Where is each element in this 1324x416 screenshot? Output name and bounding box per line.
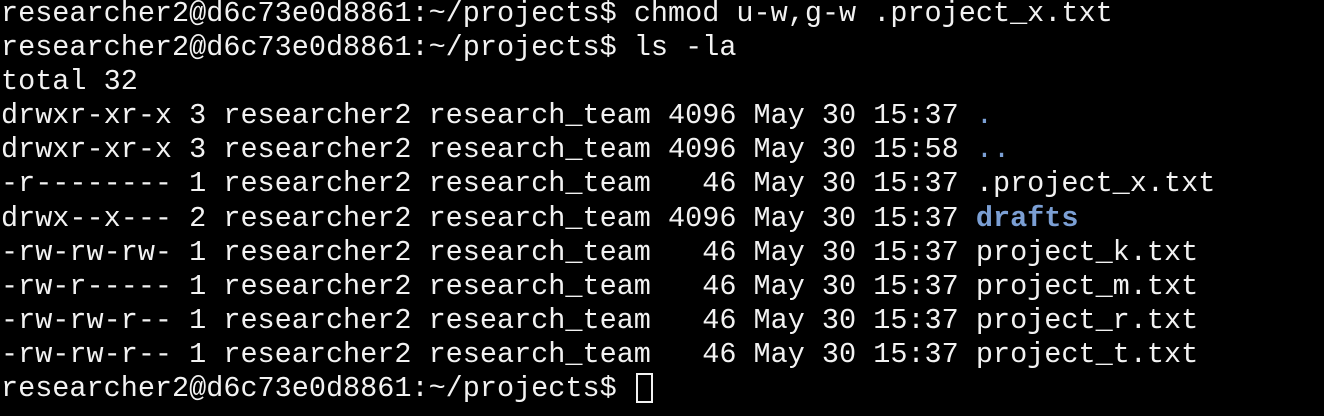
command-line: researcher2@d6c73e0d8861:~/projects$ chm… <box>1 0 1324 31</box>
shell-prompt: researcher2@d6c73e0d8861:~/projects$ <box>1 372 617 406</box>
listing-name: project_m.txt <box>975 269 1199 303</box>
listing-name: project_t.txt <box>975 337 1199 371</box>
listing-row: drwxr-xr-x 3 researcher2 research_team 4… <box>1 133 1324 167</box>
command-text: ls -la <box>633 31 737 65</box>
listing-row: -rw-rw-r-- 1 researcher2 research_team 4… <box>1 338 1324 372</box>
output-line-total: total 32 <box>1 65 138 99</box>
text-cursor[interactable] <box>635 373 653 404</box>
listing-name: project_r.txt <box>975 303 1199 337</box>
listing-meta: drwx--x--- 2 researcher2 research_team 4… <box>1 201 976 235</box>
listing-name: .project_x.txt <box>975 167 1216 201</box>
listing-meta: -rw-rw-rw- 1 researcher2 research_team 4… <box>1 235 976 269</box>
listing-row: drwx--x--- 2 researcher2 research_team 4… <box>1 202 1324 236</box>
command-line: researcher2@d6c73e0d8861:~/projects$ ls … <box>1 31 1324 65</box>
listing-meta: -rw-rw-r-- 1 researcher2 research_team 4… <box>1 337 976 371</box>
terminal-window[interactable]: researcher2@d6c73e0d8861:~/projects$ chm… <box>0 0 1324 413</box>
input-line[interactable]: researcher2@d6c73e0d8861:~/projects$ <box>1 372 1324 406</box>
listing-meta: drwxr-xr-x 3 researcher2 research_team 4… <box>1 99 976 133</box>
listing-meta: -rw-rw-r-- 1 researcher2 research_team 4… <box>1 303 976 337</box>
listing-row: -rw-r----- 1 researcher2 research_team 4… <box>1 270 1324 304</box>
listing-name: .. <box>975 133 1011 167</box>
listing-row: -r-------- 1 researcher2 research_team 4… <box>1 167 1324 201</box>
shell-prompt: researcher2@d6c73e0d8861:~/projects$ <box>1 31 617 65</box>
listing-meta: -rw-r----- 1 researcher2 research_team 4… <box>1 269 976 303</box>
listing-name: drafts <box>975 201 1079 235</box>
command-text: chmod u-w,g-w .project_x.txt <box>633 0 1113 30</box>
listing-row: -rw-rw-r-- 1 researcher2 research_team 4… <box>1 304 1324 338</box>
listing-row: -rw-rw-rw- 1 researcher2 research_team 4… <box>1 236 1324 270</box>
listing-name: . <box>975 99 993 133</box>
listing-name: project_k.txt <box>975 235 1199 269</box>
listing-meta: -r-------- 1 researcher2 research_team 4… <box>1 167 976 201</box>
listing-meta: drwxr-xr-x 3 researcher2 research_team 4… <box>1 133 976 167</box>
listing-row: drwxr-xr-x 3 researcher2 research_team 4… <box>1 99 1324 133</box>
shell-prompt: researcher2@d6c73e0d8861:~/projects$ <box>1 0 617 30</box>
